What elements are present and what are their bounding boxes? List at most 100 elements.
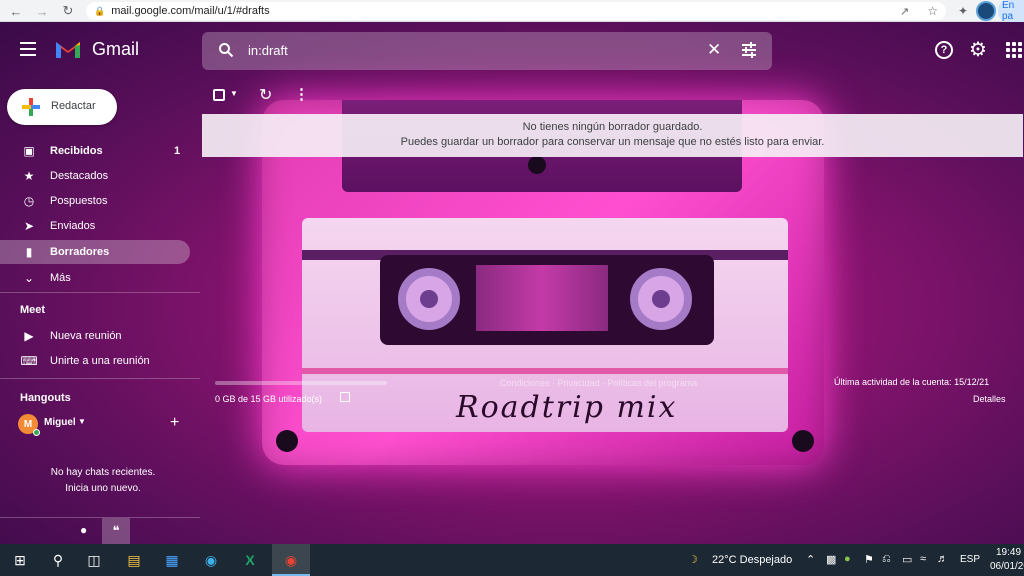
add-chat-icon[interactable]: + [170,414,179,432]
online-status-dot [33,429,40,436]
hangouts-user-name[interactable]: Miguel [44,417,76,428]
sidebar-item-label: Destacados [50,170,109,182]
search-options-icon[interactable] [740,41,758,59]
draft-icon: ▮ [25,245,33,259]
task-view-icon[interactable]: ◫ [82,548,106,572]
contacts-icon[interactable]: ● [80,523,87,537]
inbox-icon: ▣ [23,144,35,158]
meet-section-title: Meet [20,304,46,316]
profile-avatar[interactable] [976,1,996,21]
wifi-icon[interactable]: ≈ [920,553,926,565]
language-indicator[interactable]: ESP [960,554,980,565]
edge-icon[interactable]: ◉ [199,548,223,572]
tray-security-icon[interactable]: ● [844,553,851,565]
help-icon[interactable]: ? [935,41,953,59]
select-caret-icon[interactable]: ▼ [230,89,238,98]
sidebar-item-snoozed[interactable]: ◷ Pospuestos [0,189,190,213]
search-input[interactable]: in:draft [248,43,288,58]
no-chats-text: No hay chats recientes. [50,467,156,478]
gmail-logo-icon [56,42,80,58]
sidebar-item-drafts[interactable]: ▮ Borradores [0,240,190,264]
unread-count: 1 [174,145,181,157]
storage-progress [215,381,387,385]
keyboard-icon: ⌨ [20,354,38,368]
meet-item-label: Nueva reunión [50,330,122,342]
forward-icon[interactable]: → [32,1,52,21]
clock-time[interactable]: 19:49 [996,547,1021,558]
battery-icon[interactable]: ▭ [902,553,912,566]
sidebar-item-label: Enviados [50,220,96,232]
back-icon[interactable]: ← [6,1,26,21]
refresh-icon[interactable]: ↻ [259,85,272,105]
chevron-down-icon: ⌄ [23,271,35,285]
address-bar[interactable]: 🔒 mail.google.com/mail/u/1/#drafts ↗ ☆ [86,2,946,20]
cassette-label-text: Roadtrip mix [456,390,678,425]
apps-grid-icon[interactable] [1006,42,1022,58]
select-all-checkbox[interactable] [213,89,225,101]
bookmark-star-icon[interactable]: ☆ [927,4,938,18]
settings-gear-icon[interactable]: ⚙ [969,40,987,60]
tray-app-icon[interactable]: ▩ [826,553,836,566]
video-icon: ▶ [24,329,34,343]
share-icon[interactable]: ↗ [900,5,909,18]
sidebar-footer: ● ❝ [0,518,200,544]
storage-usage-text: 0 GB de 15 GB utilizado(s) [215,394,323,404]
windows-start-icon[interactable]: ⊞ [8,548,32,572]
meet-item-label: Unirte a una reunión [50,355,150,367]
tray-flag-icon[interactable]: ⚑ [864,553,874,566]
reload-icon[interactable]: ↻ [58,1,78,21]
extensions-icon[interactable]: ✦ [954,2,972,20]
sidebar-item-sent[interactable]: ➤ Enviados [0,214,190,238]
more-options-icon[interactable]: ⋮ [294,85,309,103]
clock-date[interactable]: 06/01/20 [990,561,1024,572]
send-icon: ➤ [23,219,35,233]
clock-icon: ◷ [23,194,35,208]
compose-plus-icon [22,98,40,116]
search-icon[interactable] [218,42,234,58]
browser-toolbar: ← → ↻ 🔒 mail.google.com/mail/u/1/#drafts… [0,0,1024,22]
sidebar-item-inbox[interactable]: ▣ Recibidos 1 [0,139,190,163]
tray-chevron-icon[interactable]: ⌃ [806,553,815,566]
windows-taskbar: ⊞ ⚲ ◫ ▤ ▦ ◉ X ◉ ☽ 22°C Despejado ⌃ ▩ ● ⚑… [0,544,1024,576]
sidebar-item-label: Borradores [50,246,110,258]
main-menu-icon[interactable] [20,42,38,56]
footer-links[interactable]: Condiciones · Privacidad · Políticas del… [500,378,697,388]
weather-moon-icon[interactable]: ☽ [688,553,698,566]
chrome-icon[interactable]: ◉ [279,548,303,572]
caret-down-icon[interactable]: ▼ [78,417,86,426]
sidebar-divider [0,378,200,379]
store-icon[interactable]: ▦ [160,548,184,572]
volume-icon[interactable]: ♬ [937,553,948,565]
empty-hint: Puedes guardar un borrador para conserva… [400,136,825,148]
file-explorer-icon[interactable]: ▤ [122,548,146,572]
meet-new-meeting[interactable]: ▶ Nueva reunión [0,324,190,348]
excel-icon[interactable]: X [238,548,262,572]
sidebar-item-starred[interactable]: ★ Destacados [0,164,190,188]
sidebar-item-label: Más [50,272,71,284]
sidebar-divider [0,292,200,293]
empty-drafts-banner: No tienes ningún borrador guardado. Pued… [202,114,1023,157]
star-icon: ★ [23,169,35,183]
hangouts-section-title: Hangouts [20,392,71,404]
profile-chip[interactable]: En pa [998,0,1024,22]
gmail-brand: Gmail [92,39,140,59]
lock-icon: 🔒 [94,5,106,16]
url-text: mail.google.com/mail/u/1/#drafts [111,5,270,17]
compose-button[interactable]: Redactar [7,89,117,125]
start-chat-link[interactable]: Inicia uno nuevo. [0,483,206,494]
details-link[interactable]: Detalles [973,394,1006,404]
last-activity-text: Última actividad de la cuenta: 15/12/21 [834,377,990,387]
tray-usb-icon[interactable]: ⎌ [882,553,891,566]
taskbar-search-icon[interactable]: ⚲ [46,548,70,572]
meet-join-meeting[interactable]: ⌨ Unirte a una reunión [0,349,190,373]
sidebar-item-label: Pospuestos [50,195,108,207]
hangouts-icon[interactable]: ❝ [102,518,130,544]
clear-search-icon[interactable]: ✕ [707,40,721,60]
open-storage-icon[interactable] [340,392,350,402]
sidebar-item-more[interactable]: ⌄ Más [0,266,190,290]
compose-label: Redactar [51,100,96,112]
search-bar[interactable]: in:draft ✕ [202,32,772,70]
weather-text[interactable]: 22°C Despejado [712,554,792,566]
empty-message: No tienes ningún borrador guardado. [522,121,703,133]
sidebar-item-label: Recibidos [50,145,103,157]
